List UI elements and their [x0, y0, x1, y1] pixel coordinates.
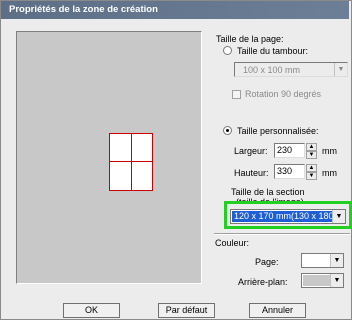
- hoop-size-radio[interactable]: [223, 46, 232, 55]
- design-preview: [16, 31, 202, 284]
- default-button[interactable]: Par défaut: [158, 303, 215, 318]
- hoop-size-value: 100 x 100 mm: [243, 65, 301, 75]
- custom-size-radio[interactable]: [223, 126, 232, 135]
- height-spin-down-icon[interactable]: ▼: [306, 172, 317, 180]
- height-spin-up-icon[interactable]: ▲: [306, 164, 317, 172]
- width-spin-down-icon[interactable]: ▼: [306, 151, 317, 159]
- page-outline: [109, 133, 153, 191]
- chevron-down-icon: ▼: [330, 274, 343, 287]
- height-value: 330: [277, 166, 293, 176]
- rotation-label: Rotation 90 degrés: [245, 89, 322, 99]
- color-label: Couleur:: [215, 238, 250, 248]
- page-color-select[interactable]: ▼: [301, 253, 344, 268]
- rotation-checkbox[interactable]: [232, 90, 241, 99]
- cancel-button[interactable]: Annuler: [249, 303, 306, 318]
- chevron-down-icon: ▼: [330, 254, 343, 267]
- width-label: Largeur:: [234, 146, 268, 156]
- ok-button[interactable]: OK: [63, 303, 120, 318]
- chevron-down-icon: ▼: [332, 210, 345, 223]
- section-size-select[interactable]: 120 x 170 mm(130 x 180 mm) ▼: [230, 209, 346, 224]
- title-bar[interactable]: Propriétés de la zone de création: [1, 1, 349, 19]
- section-divider-horizontal: [110, 161, 152, 162]
- section-size-label: Taille de la section: [231, 187, 305, 197]
- page-color-label: Page:: [255, 257, 279, 267]
- color-divider: [214, 233, 350, 235]
- page-color-swatch: [303, 255, 330, 266]
- chevron-down-icon: ▼: [334, 63, 347, 76]
- hoop-size-label: Taille du tambour:: [237, 46, 309, 56]
- section-divider-vertical: [131, 134, 132, 190]
- background-color-select[interactable]: ▼: [301, 273, 344, 288]
- hoop-size-select[interactable]: 100 x 100 mm ▼: [234, 62, 348, 77]
- window-title: Propriétés de la zone de création: [9, 4, 158, 15]
- width-spin-up-icon[interactable]: ▲: [306, 143, 317, 151]
- background-color-label: Arrière-plan:: [238, 277, 288, 287]
- width-unit: mm: [322, 146, 337, 156]
- background-color-swatch: [303, 275, 330, 286]
- custom-size-label: Taille personnalisée:: [237, 126, 319, 136]
- section-size-value: 120 x 170 mm(130 x 180 mm): [232, 211, 334, 222]
- page-size-label: Taille de la page:: [216, 34, 284, 44]
- width-input[interactable]: 230: [274, 143, 305, 158]
- height-input[interactable]: 330: [274, 164, 305, 179]
- width-value: 230: [277, 145, 293, 155]
- height-unit: mm: [322, 168, 337, 178]
- height-label: Hauteur:: [234, 168, 269, 178]
